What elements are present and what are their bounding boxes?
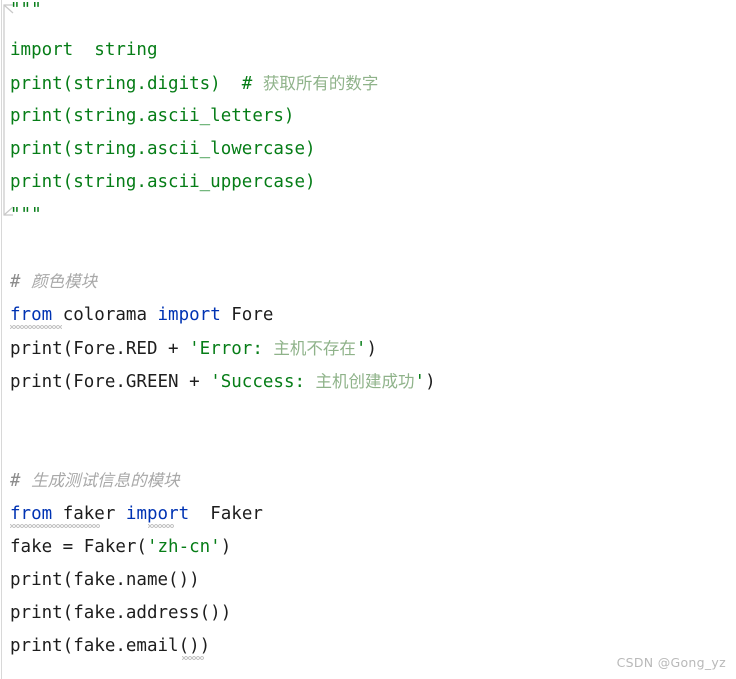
token-str: import string (10, 40, 158, 60)
squiggle-email-call (182, 656, 204, 660)
token-comment-cjk: 生成测试信息的模块 (31, 471, 180, 490)
token-str-cjk: 主机创建成功 (315, 372, 415, 391)
token-plain: print(Fore.GREEN + (10, 372, 211, 392)
token-str: 'zh-cn' (146, 537, 221, 557)
squiggle-colorama-from (10, 325, 62, 329)
token-kw: import (157, 305, 221, 325)
code-line-3[interactable]: print(string.digits) # 获取所有的数字 (10, 67, 378, 100)
token-kw: from (10, 504, 53, 524)
token-plain: Faker (189, 504, 263, 524)
token-str: 'Success: (210, 372, 316, 392)
token-comment-cjk: 颜色模块 (31, 272, 98, 291)
code-line-11[interactable]: print(Fore.RED + 'Error: 主机不存在') (10, 332, 377, 365)
token-str: """ (10, 0, 42, 20)
code-line-4[interactable]: print(string.ascii_letters) (10, 100, 294, 133)
code-line-15[interactable]: # 生成测试信息的模块 (10, 464, 180, 497)
token-kw: import (125, 504, 190, 524)
code-line-17[interactable]: fake = Faker('zh-cn') (10, 531, 231, 564)
token-str-cjk: 获取所有的数字 (262, 74, 379, 93)
code-line-20[interactable]: print(fake.email()) (10, 630, 210, 663)
code-line-18[interactable]: print(fake.name()) (10, 564, 200, 597)
token-str: 'Error: (189, 339, 274, 359)
code-line-19[interactable]: print(fake.address()) (10, 597, 231, 630)
code-line-9[interactable]: # 颜色模块 (10, 265, 97, 298)
token-plain: print(fake.name()) (10, 570, 200, 590)
token-plain: colorama (52, 305, 158, 325)
token-plain: ) (366, 339, 378, 359)
token-kw: from (10, 305, 53, 325)
code-line-6[interactable]: print(string.ascii_uppercase) (10, 166, 316, 199)
token-str: print(string.ascii_letters) (10, 106, 295, 126)
token-str: print(string.ascii_uppercase) (10, 172, 316, 192)
code-line-5[interactable]: print(string.ascii_lowercase) (10, 133, 316, 166)
code-line-1[interactable]: """ (10, 0, 42, 27)
token-comment: # (10, 272, 32, 292)
token-plain: print(Fore.RED + (10, 339, 190, 359)
token-comment: # (10, 471, 32, 491)
token-plain: faker (52, 504, 126, 524)
token-str: ' (414, 372, 426, 392)
token-str-cjk: 主机不存在 (273, 339, 356, 358)
token-str: ' (355, 339, 367, 359)
token-str: print(string.ascii_lowercase) (10, 139, 316, 159)
code-editor[interactable]: """ import string print(string.digits) # 获… (0, 0, 736, 679)
token-str: """ (10, 205, 42, 225)
code-line-12[interactable]: print(Fore.GREEN + 'Success: 主机创建成功') (10, 365, 436, 398)
squiggle-faker-from (10, 524, 100, 528)
code-line-7[interactable]: """ (10, 199, 42, 232)
token-plain: ) (220, 537, 232, 557)
token-plain: Fore (220, 305, 274, 325)
csdn-watermark: CSDN @Gong_yz (616, 655, 726, 670)
token-str: # (241, 74, 263, 94)
token-plain: print(fake.address()) (10, 603, 232, 623)
token-str: print(string.digits) (10, 74, 242, 94)
token-plain: ) (425, 372, 436, 392)
code-line-2[interactable]: import string (10, 34, 158, 67)
token-plain: print(fake.email()) (10, 636, 211, 656)
gutter-rule (1, 0, 2, 679)
squiggle-faker-import (148, 524, 174, 528)
token-plain: fake = Faker( (10, 537, 147, 557)
